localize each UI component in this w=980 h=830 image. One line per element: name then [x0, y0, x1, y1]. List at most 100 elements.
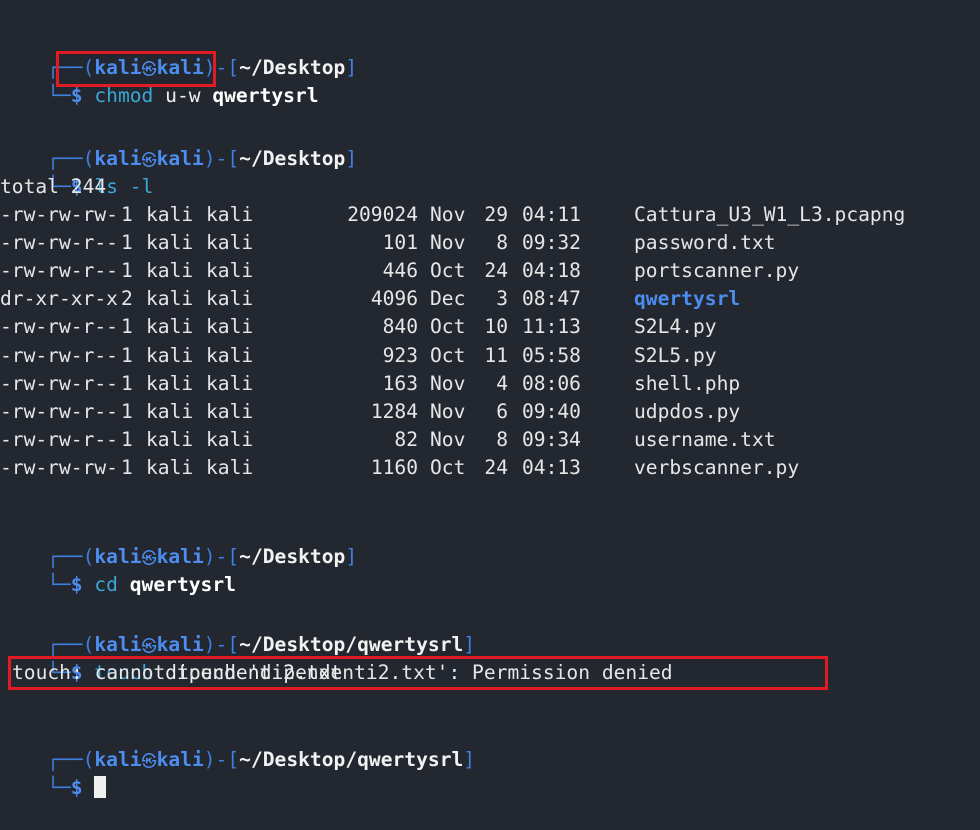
ls-name: S2L5.py [634, 343, 717, 367]
prompt-header: ┌──(kali㉿kali)-[~/Desktop] [0, 26, 357, 79]
ls-name: password.txt [634, 231, 776, 255]
ls-size: 209024 [347, 203, 418, 226]
ls-day: 4 [496, 371, 508, 395]
command-line: └─$ ls -l [0, 145, 153, 198]
ls-perms: dr-xr-xr-x [0, 287, 118, 311]
ls-perms: -rw-rw-rw- [0, 203, 118, 226]
terminal-window[interactable]: ┌──(kali㉿kali)-[~/Desktop] └─$ chmod u-w… [0, 0, 980, 799]
ls-time: 04:11 [522, 203, 581, 226]
ls-size: 446 [382, 259, 418, 283]
ls-time: 08:06 [522, 371, 581, 395]
prompt-path: ~/Desktop [239, 545, 346, 568]
ls-group: kali [206, 287, 254, 311]
ls-time: 09:40 [522, 399, 581, 423]
command-line: └─$ touch dipendenti2.txt [0, 631, 342, 684]
command-target: qwertysrl [129, 573, 236, 596]
ls-day: 8 [496, 231, 508, 255]
ls-day: 3 [496, 287, 508, 311]
prompt-host: kali [156, 748, 204, 771]
ls-links: 1 [121, 343, 133, 367]
ls-links: 1 [121, 231, 133, 255]
ls-owner: kali [146, 399, 194, 423]
prompt-host: kali [156, 147, 204, 170]
ls-day: 29 [484, 203, 508, 226]
ls-perms: -rw-rw-r-- [0, 259, 118, 283]
prompt-header: ┌──(kali㉿kali)-[~/Desktop] [0, 117, 357, 170]
ls-size: 101 [382, 231, 418, 255]
ls-links: 1 [121, 259, 133, 283]
ls-group: kali [206, 203, 254, 226]
ls-group: kali [206, 343, 254, 367]
ls-name: S2L4.py [634, 315, 717, 339]
ls-month: Nov [430, 231, 466, 255]
ls-size: 163 [382, 371, 418, 395]
ls-name: qwertysrl [634, 287, 741, 311]
ls-links: 1 [121, 399, 133, 423]
ls-perms: -rw-rw-r-- [0, 343, 118, 367]
command-name: chmod [94, 84, 154, 107]
ls-perms: -rw-rw-r-- [0, 427, 118, 451]
ls-owner: kali [146, 427, 194, 451]
ls-size: 1284 [370, 399, 418, 423]
ls-day: 24 [484, 259, 508, 283]
ls-row: -rw-rw-r-- 1 kali kali 163 Nov 4 08:06 shell.php [0, 370, 980, 398]
ls-day: 10 [484, 315, 508, 339]
ls-perms: -rw-rw-r-- [0, 399, 118, 423]
ls-owner: kali [146, 231, 194, 255]
ls-row: -rw-rw-rw- 1 kali kali 1160 Oct 24 04:13 verbsca… [0, 454, 980, 482]
ls-perms: -rw-rw-rw- [0, 455, 118, 479]
ls-time: 11:13 [522, 315, 581, 339]
ls-perms: -rw-rw-r-- [0, 371, 118, 395]
ls-name: portscanner.py [634, 259, 800, 283]
ls-group: kali [206, 259, 254, 283]
ls-owner: kali [146, 203, 194, 226]
command-line-active[interactable]: └─$ [0, 746, 107, 799]
text-cursor[interactable] [94, 776, 107, 798]
ls-row: -rw-rw-r-- 1 kali kali 446 Oct 24 04:18 portscan… [0, 257, 980, 285]
ls-group: kali [206, 399, 254, 423]
ls-name: verbscanner.py [634, 455, 800, 479]
ls-time: 09:34 [522, 427, 581, 451]
ls-row: -rw-rw-r-- 1 kali kali 923 Oct 11 05:58 S2L5.py [0, 342, 980, 370]
prompt-frame: └─ [47, 573, 71, 596]
ls-links: 1 [121, 455, 133, 479]
ls-time: 05:58 [522, 343, 581, 367]
ls-month: Oct [430, 315, 466, 339]
ls-perms: -rw-rw-r-- [0, 315, 118, 339]
ls-month: Nov [430, 399, 466, 423]
ls-links: 1 [121, 315, 133, 339]
ls-size: 1160 [370, 455, 418, 479]
prompt-frame: ] [345, 147, 358, 170]
ls-day: 24 [484, 455, 508, 479]
prompt-path: ~/Desktop/qwertysrl [239, 748, 464, 771]
command-line: └─$ chmod u-w qwertysrl [0, 54, 318, 107]
ls-group: kali [206, 455, 254, 479]
ls-time: 08:47 [522, 287, 581, 311]
ls-size: 82 [394, 427, 418, 451]
error-message: touch: cannot touch 'dipendenti2.txt': P… [12, 661, 673, 684]
ls-row: dr-xr-xr-x 2 kali kali 4096 Dec 3 08:47 qwertysr… [0, 285, 980, 313]
ls-size: 923 [382, 343, 418, 367]
ls-group: kali [206, 231, 254, 255]
ls-time: 09:32 [522, 231, 581, 255]
ls-day: 8 [496, 427, 508, 451]
prompt-frame: ] [463, 748, 476, 771]
ls-time: 04:13 [522, 455, 581, 479]
ls-month: Nov [430, 203, 466, 226]
ls-name: udpdos.py [634, 399, 741, 423]
command-name: cd [94, 573, 118, 596]
ls-name: shell.php [634, 371, 741, 395]
ls-month: Nov [430, 371, 466, 395]
kali-skull-icon: ㉿ [141, 752, 157, 770]
command-target: qwertysrl [212, 84, 319, 107]
ls-name: username.txt [634, 427, 776, 451]
prompt-frame: ] [463, 633, 476, 656]
ls-row: -rw-rw-r-- 1 kali kali 101 Nov 8 09:32 password.… [0, 229, 980, 257]
prompt-frame: ] [345, 56, 358, 79]
prompt-header: ┌──(kali㉿kali)-[~/Desktop] [0, 515, 357, 568]
command-line: └─$ cd qwertysrl [0, 543, 236, 596]
ls-month: Oct [430, 455, 466, 479]
ls-month: Oct [430, 259, 466, 283]
prompt-frame: )-[ [203, 748, 240, 771]
ls-owner: kali [146, 287, 194, 311]
